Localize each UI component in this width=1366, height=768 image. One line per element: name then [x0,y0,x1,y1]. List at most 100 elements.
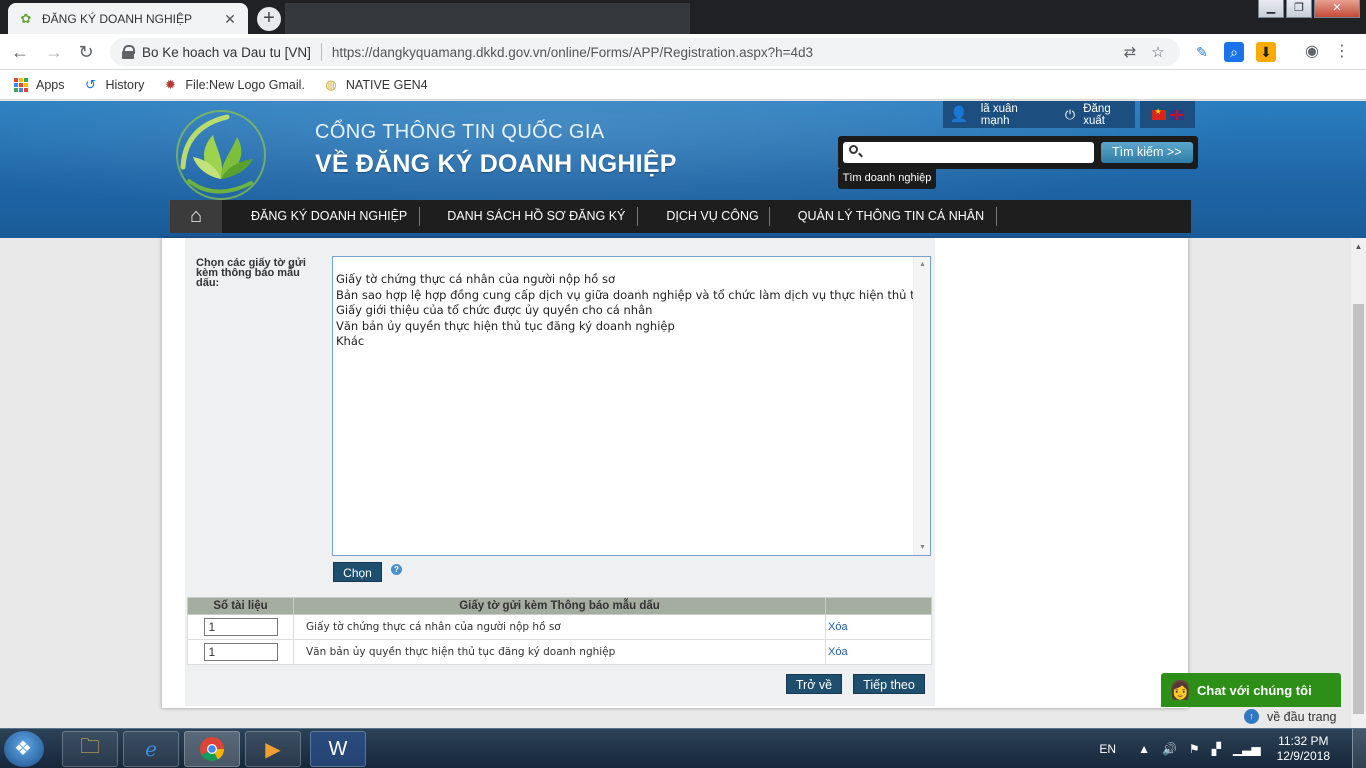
extension-download-icon[interactable]: ⬇ [1256,42,1276,62]
bookmark-label: Apps [36,77,65,92]
search-mode-tab[interactable]: Tìm doanh nghiệp [838,169,936,189]
show-hidden-icons-icon[interactable]: ▲ [1138,742,1150,756]
logout-link[interactable]: Đăng xuất [1083,103,1135,127]
url-text[interactable]: https://dangkyquamang.dkkd.gov.vn/online… [332,45,1112,60]
wikimedia-icon: ✹ [164,76,176,92]
user-name[interactable]: lã xuân mạnh [981,103,1049,127]
column-header-document: Giấy tờ gửi kèm Thông báo mẫu dấu [293,597,826,615]
windows-taskbar: 🗀 ℯ ▶ W EN ▲ 🔊 ⚑ ▞ ▁▃▅ 11:32 PM 12/9/201… [0,728,1366,768]
home-icon[interactable]: ⌂ [170,200,222,233]
network-icon[interactable]: ▞ [1212,742,1221,756]
window-controls: ▁ ❐ ✕ [1256,0,1360,18]
page-scrollbar[interactable]: ▲ [1351,238,1366,728]
internet-explorer-icon[interactable]: ℯ [123,731,179,767]
choose-button[interactable]: Chọn [333,562,382,582]
search-button[interactable]: Tìm kiếm >> [1100,142,1193,163]
maximize-window-button[interactable]: ❐ [1286,0,1312,18]
help-icon[interactable]: ? [391,564,402,575]
document-name: Văn bản ủy quyền thực hiện thủ tục đăng … [293,639,826,665]
portal-title-main: VỀ ĐĂNG KÝ DOANH NGHIỆP [315,150,677,178]
back-to-top-label: về đầu trang [1267,709,1337,724]
delete-link[interactable]: Xóa [825,614,932,640]
power-icon[interactable]: ⏻ [1065,107,1075,123]
bookmark-apps[interactable]: Apps [14,77,65,92]
bookmark-star-icon[interactable]: ☆ [1148,43,1168,61]
translate-icon[interactable]: ⇄ [1120,43,1140,61]
bookmark-native-gen4[interactable]: ◍ NATIVE GEN4 [323,76,428,93]
user-avatar-icon: 👤 [949,105,969,123]
browser-tab-active[interactable]: ✿ ĐĂNG KÝ DOANH NGHIỆP ✕ [8,3,248,34]
bookmark-label: NATIVE GEN4 [345,77,428,92]
portal-logo[interactable] [175,109,267,201]
chrome-icon[interactable] [184,731,240,767]
word-icon[interactable]: W [310,731,366,767]
bookmark-label: History [105,77,145,92]
uk-flag-icon[interactable] [1169,109,1184,120]
clock-date: 12/9/2018 [1276,749,1330,763]
tab-title: ĐĂNG KÝ DOANH NGHIỆP [42,11,193,26]
close-window-button[interactable]: ✕ [1314,0,1360,18]
extension-clip-icon[interactable]: ✎ [1192,42,1212,62]
search-icon [849,145,858,154]
show-desktop-button[interactable] [1352,729,1366,768]
nav-item-personal-info[interactable]: QUẢN LÝ THÔNG TIN CÁ NHÂN [770,207,998,226]
chrome-logo [200,737,224,762]
listbox-scrollbar[interactable]: ▲ ▼ [913,257,930,555]
chat-widget-button[interactable]: 👩 Chat với chúng tôi [1161,673,1341,707]
start-button[interactable] [4,731,44,767]
search-input[interactable] [843,142,1094,163]
nav-item-registration-list[interactable]: DANH SÁCH HỒ SƠ ĐĂNG KÝ [420,207,639,226]
vietnam-flag-icon[interactable] [1151,107,1166,120]
lock-icon[interactable] [122,45,135,59]
document-option[interactable]: Giấy giới thiệu của tổ chức được ủy quyề… [333,303,928,319]
support-agent-icon: 👩 [1169,680,1192,700]
back-to-top-link[interactable]: ↑ về đầu trang [1244,709,1337,724]
profile-avatar-icon[interactable]: ◉ [1302,42,1322,62]
quantity-input[interactable]: 1 [203,618,278,636]
bookmark-history[interactable]: ↺ History [83,76,145,93]
next-button[interactable]: Tiếp theo [853,674,925,694]
minimize-window-button[interactable]: ▁ [1258,0,1284,18]
scroll-down-arrow-icon[interactable]: ▼ [914,540,931,555]
document-option[interactable]: Giấy tờ chứng thực cá nhân của người nộp… [333,272,928,288]
browser-menu-icon[interactable]: ⋮ [1332,42,1352,62]
quantity-input[interactable]: 1 [203,643,278,661]
column-header-quantity: Số tài liệu [187,597,294,615]
scroll-up-arrow-icon[interactable]: ▲ [914,257,931,272]
page-scroll-thumb[interactable] [1353,304,1364,714]
back-button[interactable]: Trở về [786,674,842,694]
nav-item-register-business[interactable]: ĐĂNG KÝ DOANH NGHIỆP [239,207,421,226]
tab-close-icon[interactable]: ✕ [222,11,238,27]
reload-icon[interactable]: ↻ [74,40,98,64]
nav-item-public-services[interactable]: DỊCH VỤ CÔNG [638,207,770,226]
back-arrow-icon[interactable]: ← [8,40,32,64]
history-icon: ↺ [85,76,96,92]
taskbar-clock[interactable]: 11:32 PM 12/9/2018 [1277,734,1330,764]
site-favicon-icon: ✿ [20,10,32,26]
new-tab-button[interactable]: + [257,7,281,31]
arrow-up-circle-icon: ↑ [1244,709,1259,724]
page-scroll-up-icon[interactable]: ▲ [1351,242,1366,251]
extension-search-icon[interactable]: ⌕ [1224,42,1244,62]
background-window-tab [285,3,690,34]
file-explorer-icon[interactable]: 🗀 [62,731,118,767]
bookmark-label: File:New Logo Gmail. [185,77,305,92]
volume-icon[interactable]: 🔊 [1162,742,1177,756]
document-option[interactable]: Khác [333,334,928,350]
media-player-icon[interactable]: ▶ [245,731,301,767]
document-option[interactable]: Bản sao hợp lệ hợp đồng cung cấp dịch vụ… [333,288,928,304]
document-option[interactable]: Văn bản ủy quyền thực hiện thủ tục đăng … [333,319,928,335]
signal-icon[interactable]: ▁▃▅ [1233,742,1261,756]
native-gen4-icon: ◍ [325,76,337,92]
action-center-icon[interactable]: ⚑ [1189,742,1200,756]
user-bar: 👤 lã xuân mạnh ⏻ Đăng xuất [943,101,1135,128]
language-switcher [1140,101,1195,128]
bookmark-gmail-logo[interactable]: ✹ File:New Logo Gmail. [162,77,305,93]
forward-arrow-icon[interactable]: → [42,40,66,64]
table-row: 1 Văn bản ủy quyền thực hiện thủ tục đăn… [187,639,932,665]
document-options-listbox[interactable]: Giấy tờ chứng thực cá nhân của người nộp… [332,256,931,556]
delete-link[interactable]: Xóa [825,639,932,665]
input-language[interactable]: EN [1099,742,1116,756]
apps-grid-icon [14,77,28,92]
address-bar[interactable]: Bo Ke hoach va Dau tu [VN] https://dangk… [110,38,1180,66]
